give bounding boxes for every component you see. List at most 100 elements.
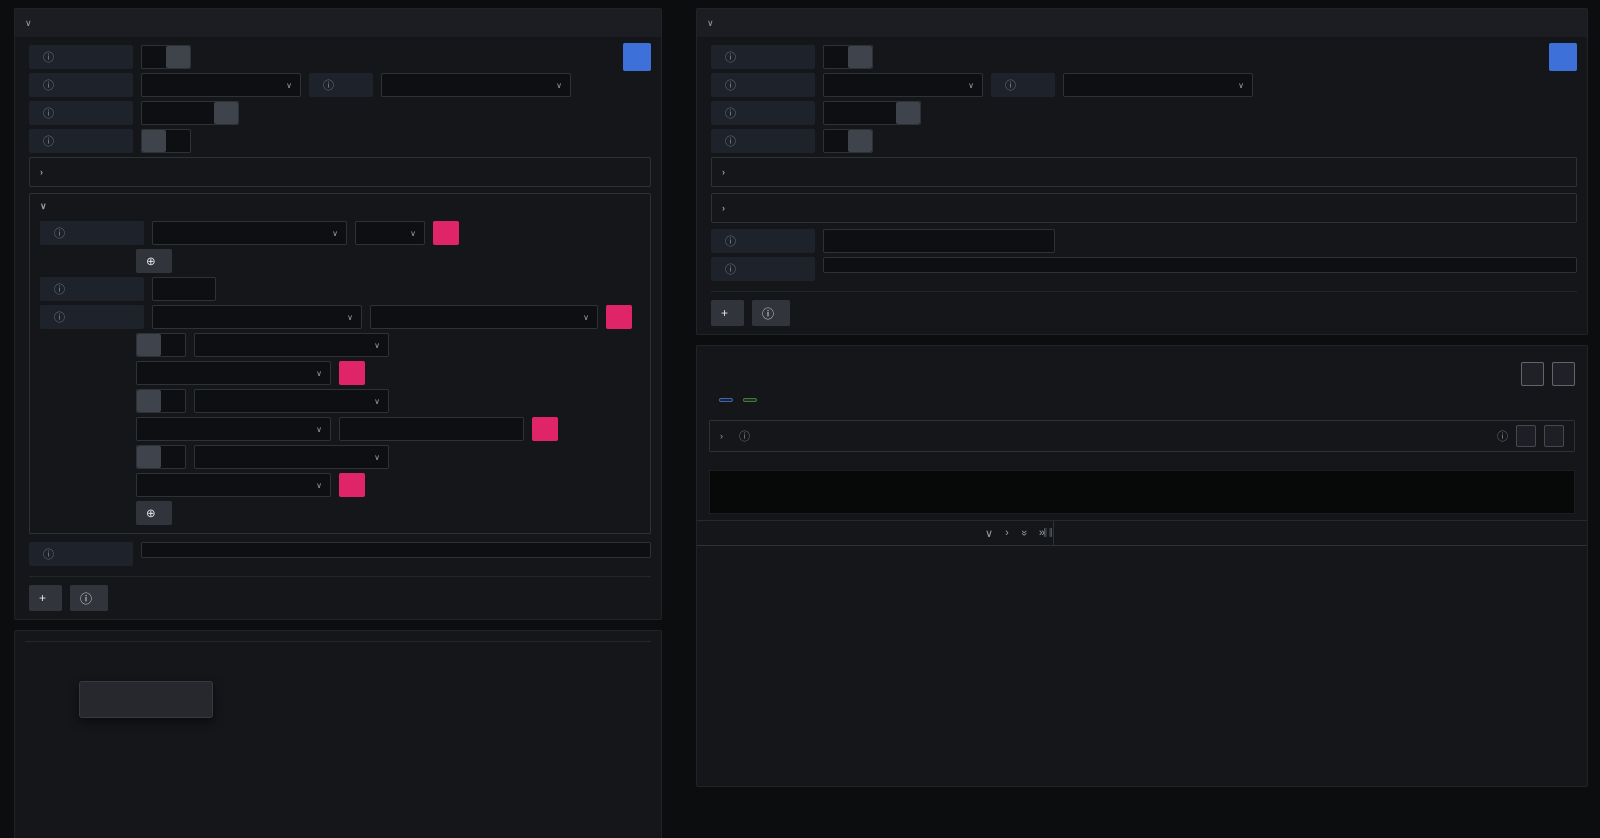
condition-field-select[interactable]: ∨ bbox=[194, 445, 389, 469]
table-select[interactable]: ∨ bbox=[381, 73, 571, 97]
condition-value-input[interactable] bbox=[339, 417, 524, 441]
order-by-direction-select[interactable]: ∨ bbox=[355, 221, 425, 245]
info-circle-icon: ⓘ bbox=[80, 590, 92, 607]
chevron-down-icon: ∨ bbox=[40, 202, 47, 211]
chevron-down-icon: ∨ bbox=[316, 369, 322, 378]
expand-one-icon[interactable]: › bbox=[1005, 527, 1009, 539]
columns-section-toggle[interactable]: › bbox=[711, 157, 1577, 187]
filters-section-toggle[interactable]: ∨ bbox=[40, 202, 640, 211]
trace-search-option[interactable] bbox=[824, 130, 848, 152]
sql-editor-option[interactable] bbox=[824, 46, 848, 68]
limit-input[interactable] bbox=[152, 277, 216, 301]
table-label: ⓘ bbox=[309, 73, 373, 97]
chevron-down-icon: ∨ bbox=[968, 81, 974, 90]
condition-operator-select[interactable]: ∨ bbox=[136, 417, 331, 441]
chevron-down-icon: ∨ bbox=[347, 313, 353, 322]
filters-section: ∨ ⓘ ∨ ∨ ⊕ ⓘ ⓘ bbox=[29, 193, 651, 534]
chevron-down-icon: ∨ bbox=[583, 313, 589, 322]
collapse-query-icon[interactable]: ∨ bbox=[25, 19, 32, 28]
http-status-badge bbox=[743, 398, 757, 402]
sql-editor-option[interactable] bbox=[142, 46, 166, 68]
query-type-logs[interactable] bbox=[848, 102, 872, 124]
column-resize-handle[interactable]: ∥∥ bbox=[1043, 527, 1054, 538]
table-select[interactable]: ∨ bbox=[1063, 73, 1253, 97]
query-type-logs[interactable] bbox=[166, 102, 190, 124]
order-by-label: ⓘ bbox=[40, 221, 144, 245]
info-icon: ⓘ bbox=[54, 309, 65, 325]
query-type-table[interactable] bbox=[824, 102, 848, 124]
right-column: ∨ ⓘ bbox=[696, 8, 1588, 787]
trace-id-button[interactable] bbox=[1521, 362, 1544, 386]
collapse-query-icon[interactable]: ∨ bbox=[707, 19, 714, 28]
bool-toggle bbox=[136, 389, 186, 413]
prev-button[interactable] bbox=[1516, 425, 1536, 447]
remove-filter-button[interactable] bbox=[606, 305, 632, 329]
query-inspector-button[interactable]: ⓘ bbox=[752, 300, 790, 326]
collapse-all-icon[interactable]: » bbox=[1018, 530, 1030, 536]
add-filter-button[interactable]: ⊕ bbox=[136, 501, 172, 525]
chevron-down-icon: ∨ bbox=[316, 425, 322, 434]
query-builder-option[interactable] bbox=[166, 46, 190, 68]
bool-toggle bbox=[136, 445, 186, 469]
filters-section-toggle[interactable]: › bbox=[711, 193, 1577, 223]
or-option[interactable] bbox=[161, 334, 185, 356]
condition-field-select[interactable]: ∨ bbox=[194, 333, 389, 357]
trace-mode-label: ⓘ bbox=[29, 129, 133, 153]
condition-operator-select[interactable]: ∨ bbox=[136, 473, 331, 497]
collapse-one-icon[interactable]: ∨ bbox=[985, 527, 993, 540]
chevron-down-icon: ∨ bbox=[286, 81, 292, 90]
condition-operator-select[interactable]: ∨ bbox=[136, 361, 331, 385]
condition-field-select[interactable]: ∨ bbox=[194, 389, 389, 413]
query-type-traces[interactable] bbox=[896, 102, 920, 124]
query-type-label: ⓘ bbox=[29, 101, 133, 125]
filter-field-select[interactable]: ∨ bbox=[152, 305, 362, 329]
query-type-traces[interactable] bbox=[214, 102, 238, 124]
data-links-tooltip bbox=[79, 681, 213, 718]
query-type-table[interactable] bbox=[142, 102, 166, 124]
add-query-button[interactable]: + bbox=[29, 585, 62, 611]
trace-mode-toggle bbox=[823, 129, 873, 153]
add-order-by-button[interactable]: ⊕ bbox=[136, 249, 172, 273]
chevron-right-icon[interactable]: › bbox=[720, 432, 723, 441]
query-editor-panel-trace-id: ∨ ⓘ bbox=[696, 8, 1588, 335]
filter-value-select[interactable]: ∨ bbox=[370, 305, 598, 329]
export-button[interactable] bbox=[1552, 362, 1575, 386]
next-button[interactable] bbox=[1544, 425, 1564, 447]
query-builder-option[interactable] bbox=[848, 46, 872, 68]
remove-condition-button[interactable] bbox=[339, 361, 365, 385]
plus-circle-icon: ⊕ bbox=[146, 506, 156, 520]
trace-id-option[interactable] bbox=[166, 130, 190, 152]
database-select[interactable]: ∨ bbox=[823, 73, 983, 97]
trace-id-option[interactable] bbox=[848, 130, 872, 152]
and-option[interactable] bbox=[137, 334, 161, 356]
plus-circle-icon: ⊕ bbox=[146, 254, 156, 268]
filters-label: ⓘ bbox=[40, 305, 144, 329]
columns-section-toggle[interactable]: › bbox=[29, 157, 651, 187]
run-query-button[interactable] bbox=[1549, 43, 1577, 71]
add-query-button[interactable]: + bbox=[711, 300, 744, 326]
run-query-button[interactable] bbox=[623, 43, 651, 71]
query-inspector-button[interactable]: ⓘ bbox=[70, 585, 108, 611]
remove-condition-button[interactable] bbox=[532, 417, 558, 441]
minimap-canvas[interactable] bbox=[709, 470, 1575, 514]
query-type-timeseries[interactable] bbox=[872, 102, 896, 124]
database-select[interactable]: ∨ bbox=[141, 73, 301, 97]
and-option[interactable] bbox=[137, 446, 161, 468]
or-option[interactable] bbox=[161, 390, 185, 412]
chevron-right-icon: › bbox=[722, 168, 725, 177]
http-method-badge bbox=[719, 398, 733, 402]
info-icon: ⓘ bbox=[323, 77, 334, 93]
info-icon: ⓘ bbox=[725, 77, 736, 93]
and-option[interactable] bbox=[137, 390, 161, 412]
order-by-field-select[interactable]: ∨ bbox=[152, 221, 347, 245]
trace-search-option[interactable] bbox=[142, 130, 166, 152]
query-type-timeseries[interactable] bbox=[190, 102, 214, 124]
info-icon: ⓘ bbox=[1497, 428, 1508, 444]
remove-condition-button[interactable] bbox=[339, 473, 365, 497]
trace-minimap[interactable] bbox=[709, 458, 1575, 514]
table-header-row bbox=[25, 641, 651, 642]
query-type-toggle bbox=[141, 101, 239, 125]
or-option[interactable] bbox=[161, 446, 185, 468]
remove-order-by-button[interactable] bbox=[433, 221, 459, 245]
trace-id-input[interactable] bbox=[823, 229, 1055, 253]
